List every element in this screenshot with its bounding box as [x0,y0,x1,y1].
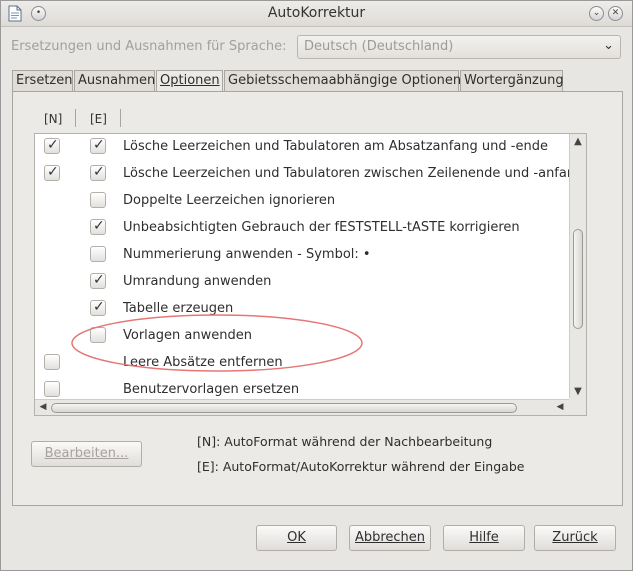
tab-ersetzen[interactable]: Ersetzen [12,70,73,92]
list-item[interactable]: ✓ Umrandung anwenden [35,269,567,296]
scrollbar-corner [569,398,586,415]
ok-button[interactable]: OK [256,525,337,551]
back-button-label: Zurück [552,530,598,545]
tab-ausnahmen[interactable]: Ausnahmen [74,70,155,92]
tab-optionen-label: Optionen [160,73,220,88]
title-bar[interactable]: • AutoKorrektur ⌄ ✕ [1,1,632,27]
scroll-left-icon[interactable]: ◀ [552,400,568,415]
cancel-button[interactable]: Abbrechen [349,525,431,551]
checkbox-e[interactable] [90,192,106,208]
check-icon: ✓ [47,164,59,180]
checkbox-n[interactable] [44,354,60,370]
list-item[interactable]: ✓ ✓ Lösche Leerzeichen und Tabulatoren z… [35,161,583,188]
cancel-button-label: Abbrechen [354,530,426,545]
list-item[interactable]: ✓ ✓ Lösche Leerzeichen und Tabulatoren a… [35,134,567,161]
column-header-e: [E] [90,112,107,126]
column-divider [120,109,121,127]
checkbox-n[interactable] [44,381,60,397]
checkbox-e[interactable] [90,246,106,262]
back-button[interactable]: Zurück [534,525,616,551]
horizontal-scroll-thumb[interactable] [51,403,517,413]
autokorrektur-dialog: • AutoKorrektur ⌄ ✕ Ersetzungen und Ausn… [0,0,633,571]
list-item[interactable]: Doppelte Leerzeichen ignorieren [35,188,567,215]
options-panel: [N] [E] ✓ ✓ Lösche Leerzeichen und Tabul… [12,91,623,506]
tab-gebietsschema[interactable]: Gebietsschemaabhängige Optionen [224,70,461,92]
minimize-button[interactable]: ⌄ [589,6,604,21]
vertical-scroll-thumb[interactable] [573,229,583,329]
window-title: AutoKorrektur [267,5,366,21]
help-button-label: Hilfe [469,530,499,545]
checkbox-n[interactable]: ✓ [44,164,60,181]
column-divider [75,109,76,127]
tab-optionen[interactable]: Optionen [156,70,223,93]
edit-button[interactable]: Bearbeiten... [31,441,142,467]
checkbox-e[interactable]: ✓ [90,272,106,289]
checkbox-n[interactable]: ✓ [44,137,60,154]
option-label: Lösche Leerzeichen und Tabulatoren zwisc… [123,166,584,181]
scroll-up-icon[interactable]: ▲ [570,134,586,150]
language-selected: Deutsch (Deutschland) [304,39,454,54]
option-label: Umrandung anwenden [123,274,272,289]
edit-button-label: Bearbeiten... [44,446,129,461]
help-button[interactable]: Hilfe [443,525,525,551]
close-button[interactable]: ✕ [608,6,623,21]
tab-wortergaenzung[interactable]: Wortergänzung [460,70,564,92]
scroll-left-icon[interactable]: ◀ [35,400,51,415]
ok-button-label: OK [287,530,306,545]
option-label: Benutzervorlagen ersetzen [123,382,300,397]
chevron-down-icon: ⌄ [603,38,614,53]
language-select[interactable]: Deutsch (Deutschland) ⌄ [297,35,621,59]
option-label: Nummerierung anwenden - Symbol: • [123,247,371,262]
checkbox-e[interactable]: ✓ [90,137,106,154]
check-icon: ✓ [93,137,105,153]
check-icon: ✓ [93,272,105,288]
check-icon: ✓ [47,137,59,153]
column-header-n: [N] [44,112,63,126]
checkbox-e[interactable]: ✓ [90,218,106,235]
option-label: Unbeabsichtigten Gebrauch der fESTSTELL-… [123,220,520,235]
option-label: Doppelte Leerzeichen ignorieren [123,193,336,208]
list-item[interactable]: ✓ Unbeabsichtigten Gebrauch der fESTSTEL… [35,215,567,242]
legend-n: [N]: AutoFormat während der Nachbearbeit… [197,434,493,449]
option-label: Lösche Leerzeichen und Tabulatoren am Ab… [123,139,548,154]
check-icon: ✓ [93,218,105,234]
checkbox-e[interactable]: ✓ [90,164,106,181]
legend-e: [E]: AutoFormat/AutoKorrektur während de… [197,459,525,474]
horizontal-scrollbar[interactable]: ◀ ◀ ▶ [35,399,586,415]
list-item[interactable]: Nummerierung anwenden - Symbol: • [35,242,567,269]
language-label: Ersetzungen und Ausnahmen für Sprache: [11,39,287,54]
check-icon: ✓ [93,164,105,180]
vertical-scrollbar[interactable]: ▲ ▼ [569,134,586,400]
highlight-ellipse [71,314,363,372]
